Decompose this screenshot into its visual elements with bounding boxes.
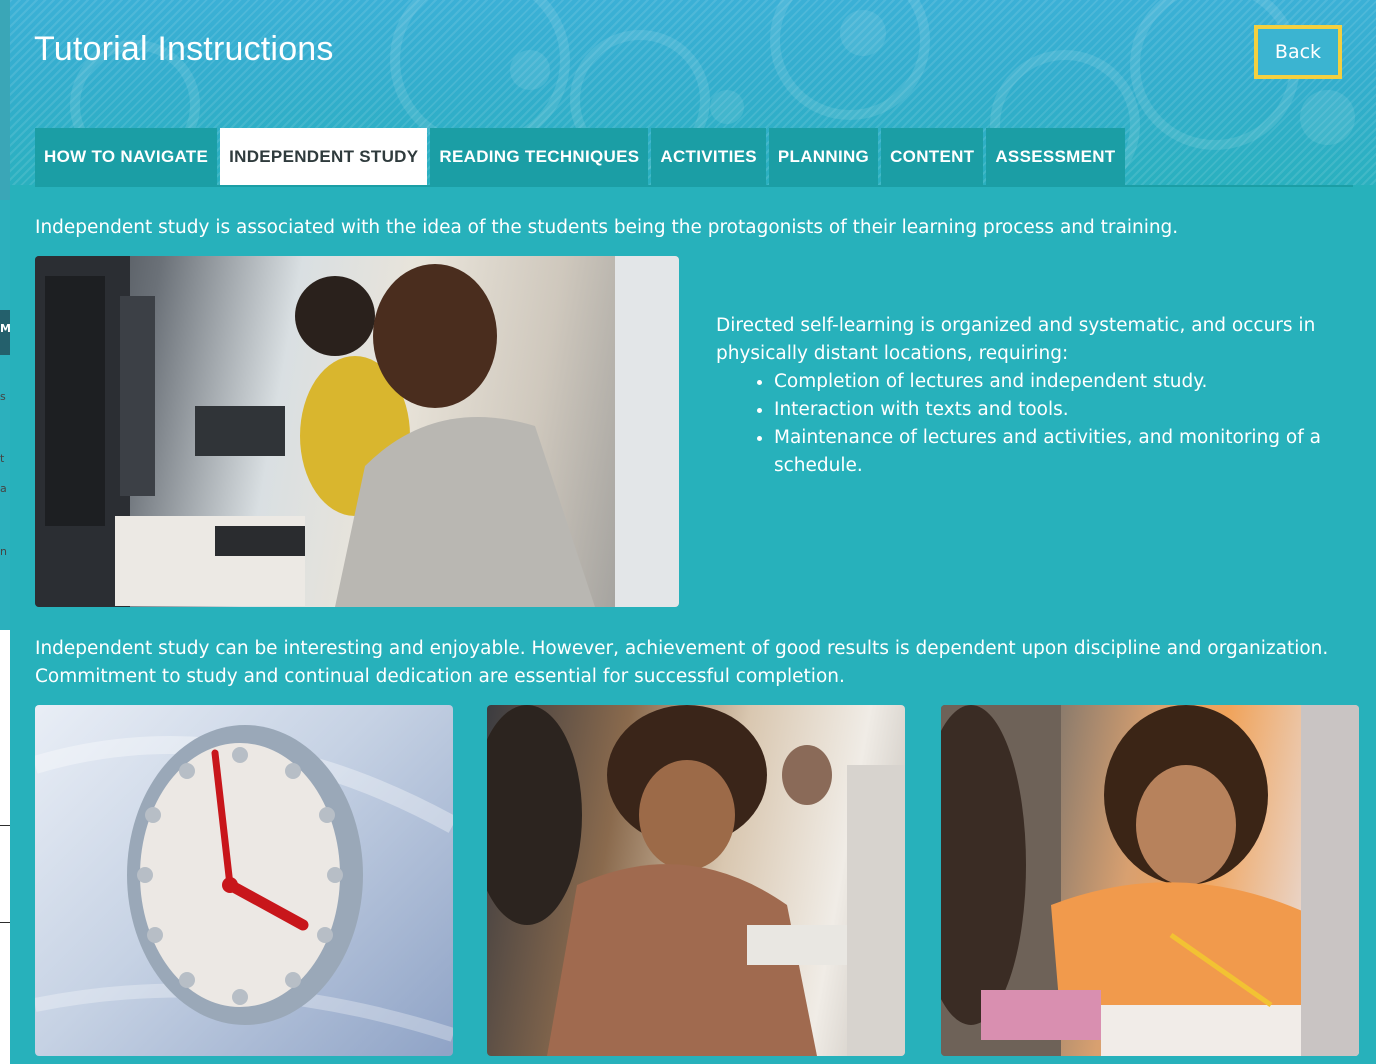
tab-how-to-navigate[interactable]: HOW TO NAVIGATE	[35, 128, 218, 185]
background-page-strip: s M t a n	[0, 0, 11, 1064]
modal-header: Tutorial Instructions Back HOW TO NAVIGA…	[10, 0, 1376, 185]
intro-text: Independent study is associated with the…	[35, 217, 1179, 238]
header-pattern	[840, 10, 886, 56]
classroom-students-image	[487, 705, 905, 1056]
header-pattern	[710, 90, 744, 124]
background-content-block	[0, 200, 10, 630]
clock-illustration	[35, 725, 453, 1042]
tab-planning[interactable]: PLANNING	[768, 128, 879, 185]
header-pattern	[510, 50, 550, 90]
background-text-fragment: n	[0, 545, 7, 558]
page-title: Tutorial Instructions	[34, 30, 334, 68]
tab-underline	[35, 185, 1353, 187]
requirements-list: Completion of lectures and independent s…	[716, 368, 1361, 480]
student-writing-image	[941, 705, 1359, 1056]
tab-assessment[interactable]: ASSESSMENT	[986, 128, 1125, 185]
background-divider	[0, 825, 10, 826]
background-divider	[0, 922, 10, 923]
tab-activities[interactable]: ACTIVITIES	[651, 128, 766, 185]
background-text-fragment: a	[0, 482, 7, 495]
clock-image	[35, 705, 453, 1056]
tab-independent-study[interactable]: INDEPENDENT STUDY	[220, 128, 428, 185]
tab-content[interactable]: CONTENT	[881, 128, 984, 185]
background-header-block	[0, 0, 10, 200]
header-pattern	[1300, 90, 1355, 145]
background-text-fragment: t	[0, 452, 5, 465]
list-item: Interaction with texts and tools.	[774, 396, 1361, 424]
back-button[interactable]: Back	[1254, 25, 1342, 79]
student-at-computer-illustration	[35, 256, 679, 607]
list-item: Completion of lectures and independent s…	[774, 368, 1361, 396]
discipline-text: Independent study can be interesting and…	[35, 638, 1329, 687]
list-item: Maintenance of lectures and activities, …	[774, 424, 1361, 480]
student-at-computer-image	[35, 256, 679, 607]
tutorial-modal: Tutorial Instructions Back HOW TO NAVIGA…	[10, 0, 1376, 1064]
tab-reading-techniques[interactable]: READING TECHNIQUES	[430, 128, 649, 185]
student-writing-illustration	[941, 705, 1359, 1056]
tab-bar: HOW TO NAVIGATE INDEPENDENT STUDY READIN…	[35, 128, 1128, 185]
directed-learning-text: Directed self-learning is organized and …	[716, 315, 1316, 364]
background-text-fragment: s	[0, 390, 6, 403]
directed-learning-section: Directed self-learning is organized and …	[716, 312, 1361, 480]
classroom-students-illustration	[487, 705, 905, 1056]
